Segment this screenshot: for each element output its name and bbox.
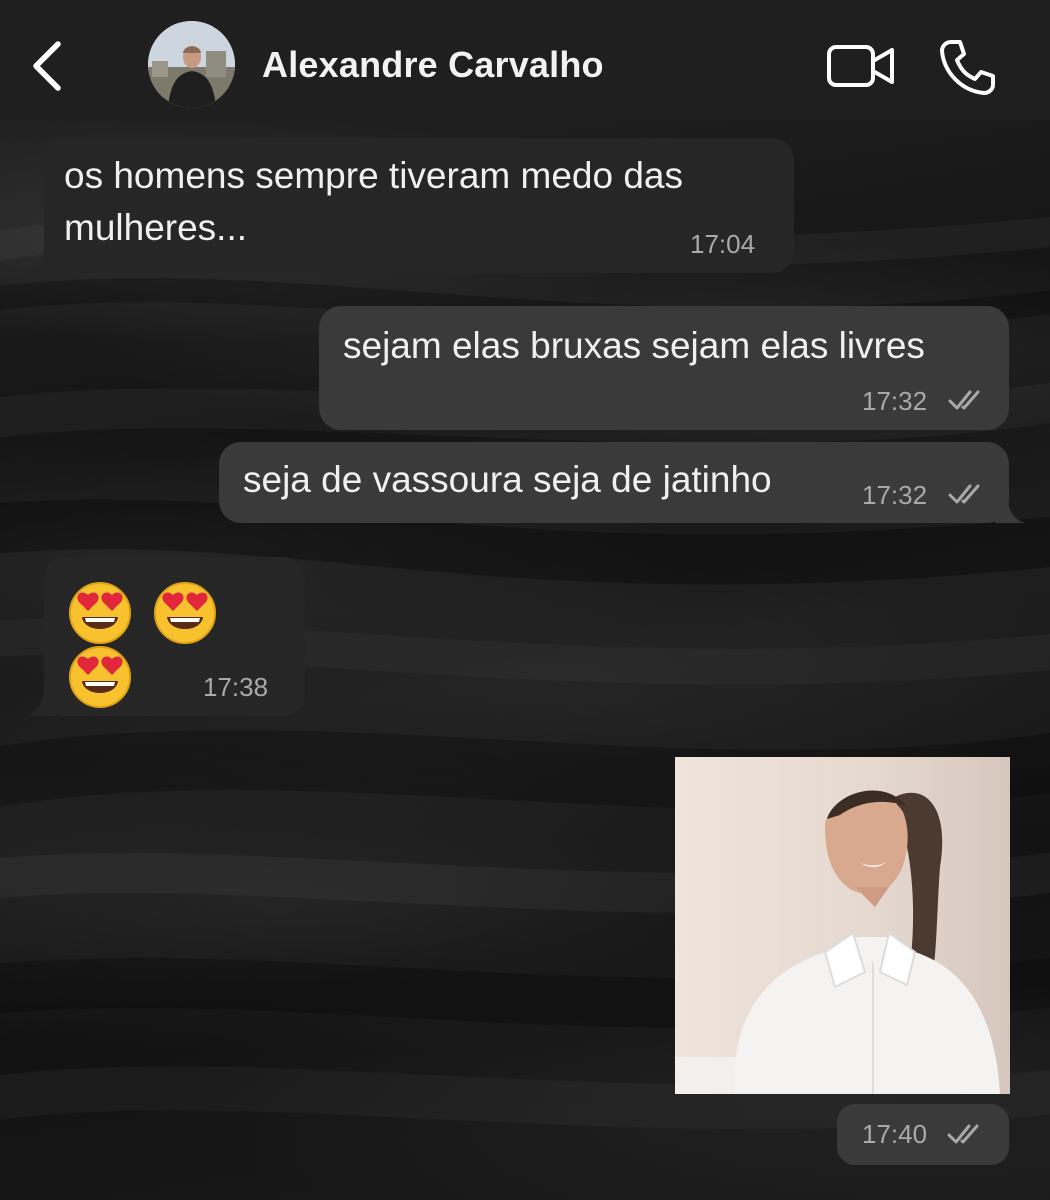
chevron-left-icon: [33, 41, 61, 91]
message-text: os homens sempre tiveram medo das mulher…: [64, 155, 683, 248]
heart-eyes-emoji-icon: [154, 582, 217, 644]
message-time: 17:38: [203, 672, 269, 702]
message-text: seja de vassoura seja de jatinho: [243, 459, 772, 500]
double-check-icon: [947, 1124, 979, 1144]
heart-eyes-emoji-icon: [69, 646, 131, 708]
emoji-row: [68, 581, 305, 709]
double-check-icon: [948, 484, 980, 504]
contact-name[interactable]: Alexandre Carvalho: [262, 44, 604, 86]
message-bubble-incoming[interactable]: 17:38: [44, 557, 305, 716]
message-image[interactable]: [675, 757, 1010, 1094]
contact-avatar[interactable]: [148, 21, 235, 108]
message-time: 17:32: [862, 386, 928, 416]
bubble-tail: [26, 686, 56, 716]
video-call-button[interactable]: [826, 42, 896, 92]
message-bubble-incoming[interactable]: os homens sempre tiveram medo das mulher…: [44, 138, 794, 273]
back-button[interactable]: [28, 36, 68, 96]
double-check-icon: [948, 390, 980, 410]
chat-screen: Alexandre Carvalho os homens sempre tive…: [0, 0, 1050, 1200]
message-time: 17:04: [690, 229, 756, 259]
phone-icon: [940, 40, 995, 95]
video-camera-icon: [827, 45, 894, 87]
heart-eyes-emoji-icon: [69, 582, 131, 644]
bubble-tail: [995, 493, 1025, 523]
message-bubble-outgoing[interactable]: seja de vassoura seja de jatinho 17:32: [219, 442, 1009, 523]
message-bubble-outgoing[interactable]: sejam elas bruxas sejam elas livres 17:3…: [319, 306, 1009, 430]
chat-header: Alexandre Carvalho: [0, 0, 1050, 120]
message-time-pill: 17:40: [837, 1104, 1009, 1165]
voice-call-button[interactable]: [938, 38, 996, 96]
message-time: 17:32: [862, 480, 928, 510]
bubble-tail: [26, 243, 56, 273]
message-text: sejam elas bruxas sejam elas livres: [343, 325, 925, 366]
avatar-photo: [148, 21, 235, 108]
message-time: 17:40: [862, 1119, 928, 1149]
sticker-photo: [675, 757, 1010, 1094]
